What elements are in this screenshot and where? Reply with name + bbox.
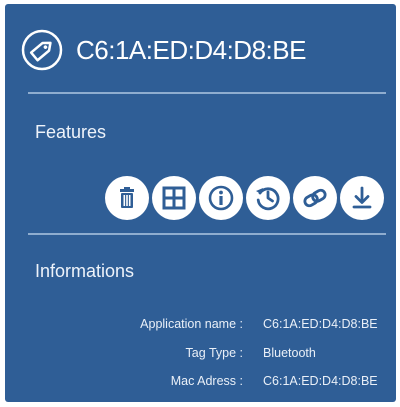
delete-button[interactable] — [105, 176, 149, 220]
divider — [28, 92, 386, 94]
history-button[interactable] — [246, 176, 290, 220]
info-value: C6:1A:ED:D4:D8:BE — [263, 317, 378, 331]
info-button[interactable] — [199, 176, 243, 220]
info-row-application-name: Application name : C6:1A:ED:D4:D8:BE — [5, 317, 396, 335]
history-icon — [256, 187, 280, 211]
tag-icon — [21, 29, 63, 71]
features-heading: Features — [35, 122, 107, 142]
info-value: Bluetooth — [263, 346, 316, 360]
grid-icon — [162, 186, 186, 210]
device-card: C6:1A:ED:D4:D8:BE Features Informations … — [5, 4, 396, 402]
info-row-tag-type: Tag Type : Bluetooth — [5, 346, 396, 364]
info-key: Mac Adress : — [170, 374, 243, 388]
download-button[interactable] — [340, 176, 384, 220]
info-key: Tag Type : — [185, 346, 243, 360]
info-row-mac-address: Mac Adress : C6:1A:ED:D4:D8:BE — [5, 374, 396, 392]
trash-icon — [120, 187, 134, 208]
download-icon — [352, 186, 372, 209]
info-icon — [208, 185, 234, 211]
info-key: Application name : — [140, 317, 243, 331]
features-actions — [105, 176, 384, 220]
device-title: C6:1A:ED:D4:D8:BE — [76, 34, 306, 65]
informations-heading: Informations — [35, 261, 135, 281]
link-icon — [303, 188, 327, 208]
grid-button[interactable] — [152, 176, 196, 220]
link-button[interactable] — [293, 176, 337, 220]
divider — [28, 233, 386, 235]
device-header: C6:1A:ED:D4:D8:BE — [20, 26, 390, 74]
info-value: C6:1A:ED:D4:D8:BE — [263, 374, 378, 388]
